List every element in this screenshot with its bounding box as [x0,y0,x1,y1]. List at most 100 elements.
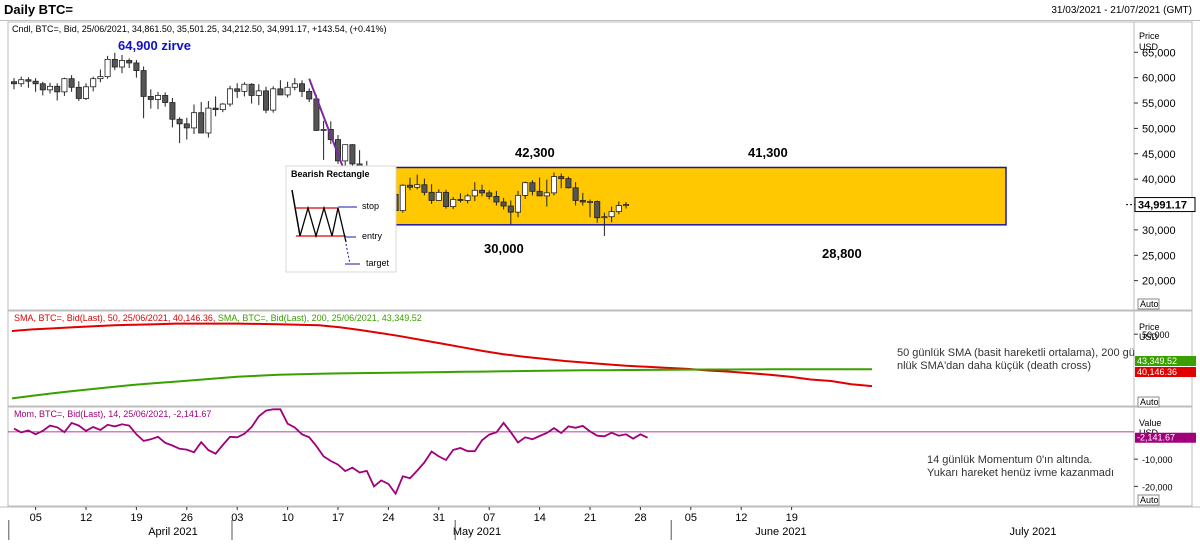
inset-target-label: target [366,258,390,268]
auto-label: Auto [1140,397,1159,407]
candle-down [572,187,579,201]
candle-up [399,184,406,212]
candle-up [522,182,529,196]
day-label: 31 [433,512,445,524]
candle-up [284,86,291,96]
candle-down [39,83,46,91]
day-label: 14 [534,512,546,524]
day-label: 05 [685,512,697,524]
sma-note-line-1: 50 günlük SMA (basit hareketli ortalama)… [897,347,1135,359]
inset-stop-label: stop [362,201,379,211]
candle-up [414,184,421,188]
candle-down [68,78,75,88]
candle-up [464,195,471,201]
candle-up [291,83,298,88]
mom-tick-label: -10,000 [1142,455,1173,465]
candle-down [500,201,507,207]
candle-down [406,184,413,188]
sma-note-line-2: nlük SMA'dan daha küçük (death cross) [897,360,1091,372]
candle-down [198,112,205,134]
candle-down [457,199,464,201]
candle-up [450,199,457,207]
candle-up [205,107,212,134]
chart-canvas: Cndl, BTC=, Bid, 25/06/2021, 34,861.50, … [0,21,1200,540]
day-label: 12 [735,512,747,524]
candle-up [435,191,442,201]
day-label: 24 [382,512,394,524]
sma200-value: 43,349.52 [1137,356,1177,366]
candle-down [306,90,313,100]
month-label: May 2021 [453,526,501,538]
candle-down [558,176,565,180]
day-label: 19 [130,512,142,524]
candle-down [421,184,428,193]
day-label: 12 [80,512,92,524]
candle-up [543,192,550,197]
price-tick-label: 50,000 [1142,123,1176,135]
momentum-legend: Mom, BTC=, Bid(Last), 14, 25/06/2021, -2… [14,409,211,419]
candle-up [551,176,558,194]
sma50-legend: SMA, BTC=, Bid(Last), 50, 25/06/2021, 40… [14,313,218,323]
candle-down [486,192,493,197]
candle-down [140,70,147,97]
candle-down [298,83,305,92]
candle-up [219,103,226,111]
candle-up [241,83,248,92]
last-price-label: 34,991.17 [1138,200,1187,212]
candle-down [176,118,183,125]
price-tick-label: 40,000 [1142,174,1176,186]
candle-up [471,189,478,197]
inset-title: Bearish Rectangle [291,169,370,179]
candle-up [154,95,161,100]
candle-up [47,85,54,91]
candle-up [104,59,111,78]
candle-down [10,81,17,85]
candle-down [529,182,536,192]
price-tick-label: 45,000 [1142,149,1176,161]
candle-down [478,189,485,194]
candle-down [126,60,133,64]
candle-down [428,191,435,201]
month-label: June 2021 [755,526,806,538]
day-label: 07 [483,512,495,524]
month-label: April 2021 [148,526,198,538]
mom-note-line-2: Yukarı hareket henüz ivme kazanmadı [927,467,1114,479]
auto-label: Auto [1140,299,1159,309]
sma-tick-label: 50,000 [1142,330,1170,340]
mom-tick-label: -20,000 [1142,482,1173,492]
candle-up [623,204,630,206]
peak-annotation: 64,900 zirve [118,38,191,53]
candle-down [169,102,176,120]
price-tick-label: 30,000 [1142,225,1176,237]
inset-entry-label: entry [362,231,383,241]
candle-down [262,90,269,111]
resistance-annotation-2: 41,300 [748,145,788,160]
candle-up [119,60,126,68]
day-label: 28 [634,512,646,524]
candle-down [162,95,169,103]
momentum-value: -2,141.67 [1137,433,1175,443]
support-annotation-2: 28,800 [822,246,862,261]
mom-axis-title: Value [1139,418,1161,428]
candle-down [507,205,514,213]
candle-down [133,62,140,71]
day-label: 10 [282,512,294,524]
candle-up [320,129,327,131]
candle-up [587,201,594,203]
candle-up [608,211,615,218]
month-label: July 2021 [1009,526,1056,538]
candle-up [601,216,608,219]
candle-down [111,59,118,68]
axis-title: Price [1139,31,1160,41]
candle-down [579,200,586,203]
price-tick-label: 25,000 [1142,250,1176,262]
candle-down [442,191,449,207]
price-tick-label: 55,000 [1142,98,1176,110]
candle-up [18,79,25,85]
day-label: 19 [786,512,798,524]
candle-down [248,83,255,96]
candle-up [83,86,90,99]
resistance-annotation-1: 42,300 [515,145,555,160]
sma-legend: SMA, BTC=, Bid(Last), 50, 25/06/2021, 40… [14,313,422,323]
price-tick-label: 60,000 [1142,73,1176,85]
